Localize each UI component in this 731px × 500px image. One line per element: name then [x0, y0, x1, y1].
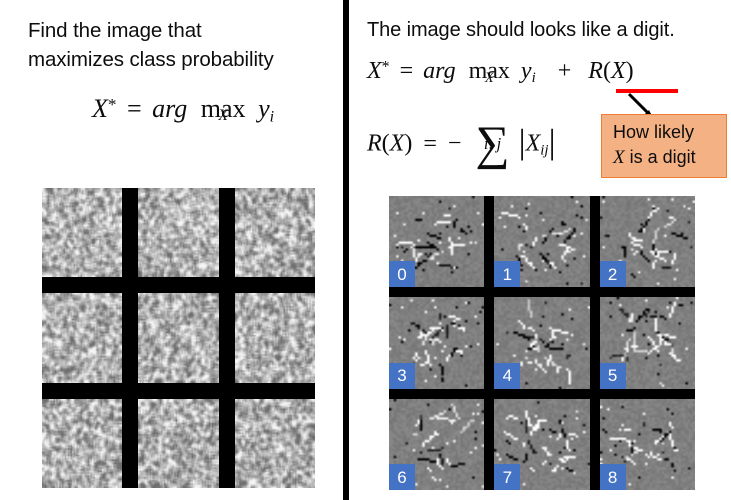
reg-lhs-open: (	[381, 130, 390, 157]
obj-reg-arg: X	[610, 58, 626, 84]
callout-x-symbol: X	[613, 147, 625, 168]
callout-line-2: X is a digit	[613, 145, 717, 170]
noise-tile	[42, 293, 123, 383]
digit-tile: 7	[494, 398, 590, 490]
digit-tile: 3	[389, 297, 485, 389]
reg-sum-subscript: i, j	[483, 133, 502, 153]
digit-label-badge: 4	[494, 362, 521, 389]
digit-label-badge: 1	[494, 261, 521, 288]
obj-equals: =	[399, 58, 414, 84]
obj-lhs-sup: *	[381, 58, 390, 76]
noise-tile	[234, 188, 315, 278]
noise-grid-image	[42, 188, 315, 488]
digit-tile: 1	[494, 196, 590, 288]
digit-label-badge: 8	[599, 464, 626, 490]
digit-tile: 6	[389, 398, 485, 490]
digit-tile: 8	[599, 398, 695, 490]
reg-term-sub: ij	[540, 142, 549, 159]
obj-rhs: y	[520, 58, 532, 84]
digit-label-badge: 3	[389, 362, 415, 389]
obj-rhs-sub: i	[531, 70, 536, 87]
reg-term: X	[525, 130, 541, 157]
reg-lhs-x: X	[389, 130, 405, 157]
digit-label-badge: 6	[389, 464, 415, 490]
callout-line-2-rest: is a digit	[624, 147, 696, 167]
reg-minus: −	[447, 130, 462, 157]
obj-max-subscript: X	[484, 70, 494, 87]
digit-tile: 4	[494, 297, 590, 389]
noise-tile	[138, 398, 219, 488]
right-panel-objective-formula: X* = arg max X yi + R(X)	[367, 58, 634, 87]
digit-label-badge: 2	[599, 261, 626, 288]
reg-equals: =	[423, 130, 437, 157]
formula-equals: =	[126, 94, 142, 123]
noise-tile	[42, 188, 123, 278]
noise-tile	[234, 293, 315, 383]
digit-label-badge: 5	[599, 362, 626, 389]
obj-arg: arg	[423, 58, 456, 84]
digit-label-badge: 0	[389, 261, 415, 288]
formula-rhs-sub: i	[269, 108, 275, 126]
reg-lhs-r: R	[367, 130, 382, 157]
panel-divider	[343, 0, 349, 500]
slide-root: Find the image that maximizes class prob…	[0, 0, 731, 500]
left-panel-heading: Find the image that maximizes class prob…	[28, 19, 274, 71]
obj-reg-close: )	[625, 58, 634, 84]
digit-visualization-grid: 0 1 2 3 4 5 6 7 8	[389, 196, 695, 490]
callout-box: How likely X is a digit	[601, 114, 727, 178]
noise-tile	[234, 398, 315, 488]
reg-bar-close: |	[548, 122, 556, 161]
digit-tile: 2	[599, 196, 695, 288]
formula-rhs: y	[258, 94, 270, 123]
reg-lhs-close: )	[404, 130, 413, 157]
right-panel-heading: The image should looks like a digit.	[367, 19, 675, 41]
noise-tile	[138, 293, 219, 383]
obj-lhs: X	[367, 58, 382, 84]
right-panel-regularizer-formula: R(X) = − ∑ i, j |Xij|	[367, 119, 556, 167]
formula-lhs: X	[92, 94, 108, 123]
callout-line-1: How likely	[613, 122, 695, 142]
left-panel-formula: X* = arg max X yi	[92, 94, 274, 127]
digit-tile: 0	[389, 196, 485, 288]
noise-tile	[138, 188, 219, 278]
obj-regularizer: R	[588, 58, 603, 84]
noise-tile	[42, 398, 123, 488]
reg-bar-open: |	[518, 122, 526, 161]
formula-lhs-sup: *	[107, 94, 117, 114]
formula-max-subscript: X	[218, 107, 228, 125]
digit-tile: 5	[599, 297, 695, 389]
obj-reg-open: (	[602, 58, 611, 84]
digit-label-badge: 7	[494, 464, 521, 490]
formula-arg: arg	[152, 94, 188, 123]
obj-plus: +	[557, 58, 572, 84]
